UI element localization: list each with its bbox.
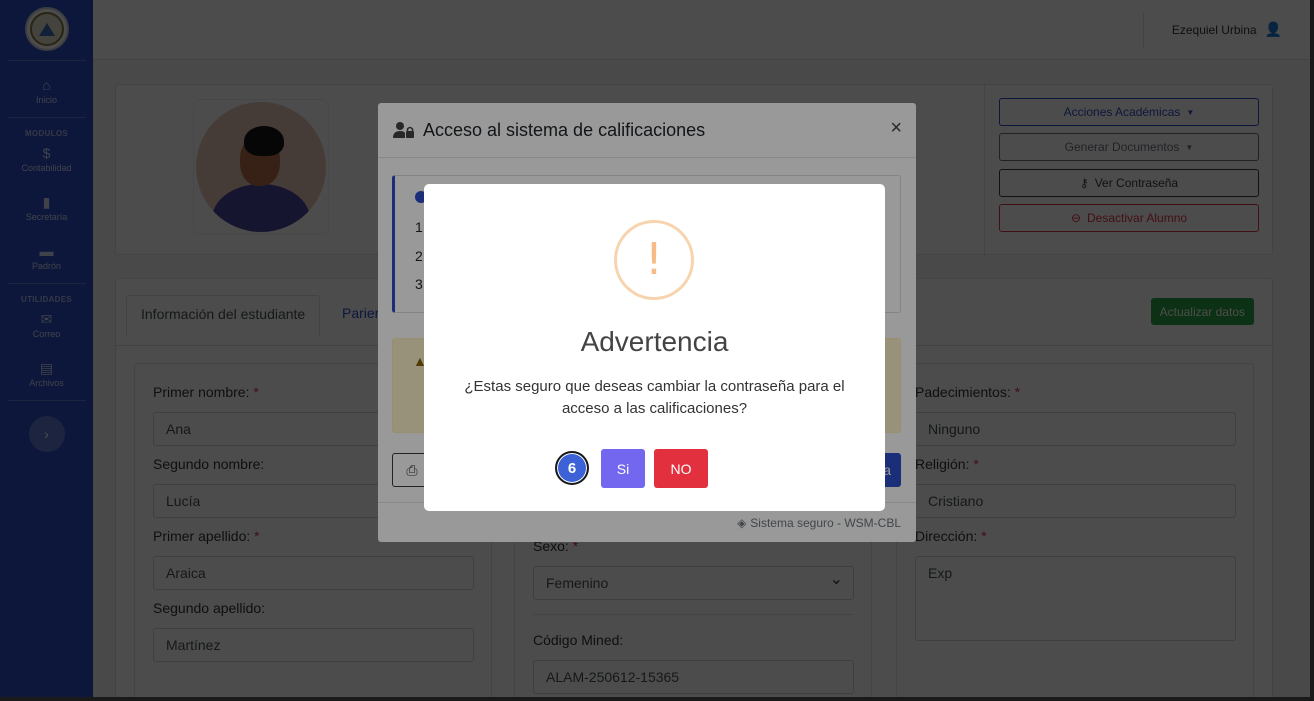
window-edge xyxy=(0,697,1314,701)
window-edge xyxy=(1310,0,1314,701)
dialog-title: Advertencia xyxy=(580,326,729,357)
confirm-button[interactable]: Si xyxy=(601,449,645,488)
warning-icon: ! xyxy=(614,220,694,300)
dialog-text: ¿Estas seguro que deseas cambiar la cont… xyxy=(464,378,845,417)
countdown-badge: 6 xyxy=(555,451,589,485)
cancel-button[interactable]: NO xyxy=(654,449,708,488)
